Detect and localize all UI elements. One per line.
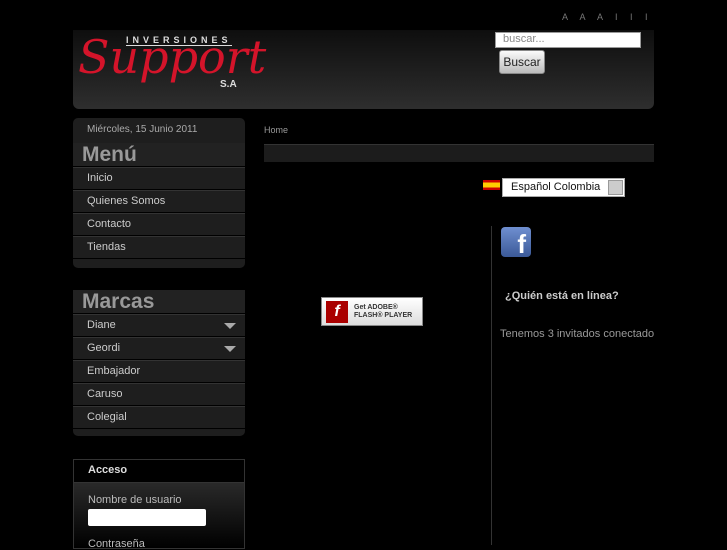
dropdown-arrow-icon[interactable] (608, 180, 623, 195)
brand-item-caruso[interactable]: Caruso (73, 383, 245, 406)
chevron-down-icon[interactable] (224, 346, 236, 352)
menu-item-tiendas[interactable]: Tiendas (73, 236, 245, 259)
brand-item-embajador[interactable]: Embajador (73, 360, 245, 383)
menu-item-contacto[interactable]: Contacto (73, 213, 245, 236)
main-menu: Miércoles, 15 Junio 2011 Menú Inicio Qui… (73, 118, 245, 268)
brand-item-colegial[interactable]: Colegial (73, 406, 245, 429)
brands-title: Marcas (73, 290, 245, 314)
language-select[interactable]: Español Colombia (502, 178, 625, 197)
column-divider (491, 226, 492, 545)
flash-icon: f (326, 301, 348, 323)
facebook-icon[interactable]: f (501, 227, 531, 259)
brand-label: Diane (87, 319, 116, 331)
logo-top-text: INVERSIONES (126, 35, 232, 46)
login-title: Acceso (74, 460, 244, 483)
username-input[interactable] (88, 509, 206, 526)
spain-flag-icon (483, 180, 500, 190)
flash-line2: FLASH® PLAYER (354, 312, 413, 319)
chevron-down-icon[interactable] (224, 323, 236, 329)
username-label: Nombre de usuario (88, 494, 182, 506)
breadcrumb[interactable]: Home (264, 125, 288, 135)
get-flash-player-button[interactable]: f Get ADOBE® FLASH® PLAYER (321, 297, 423, 326)
search-button[interactable]: Buscar (499, 50, 545, 74)
menu-item-inicio[interactable]: Inicio (73, 167, 245, 190)
menu-title: Menú (73, 143, 245, 167)
brand-item-geordi[interactable]: Geordi (73, 337, 245, 360)
login-panel: Acceso Nombre de usuario Contraseña (73, 459, 245, 550)
online-text: Tenemos 3 invitados conectados (500, 328, 654, 340)
logo-suffix: S.A (220, 79, 237, 90)
flash-line1: Get ADOBE® (354, 304, 398, 311)
online-title: ¿Quién está en línea? (505, 290, 619, 302)
font-size-controls[interactable]: A A A I I I (562, 12, 653, 22)
menu-item-quienes-somos[interactable]: Quienes Somos (73, 190, 245, 213)
brand-item-diane[interactable]: Diane (73, 314, 245, 337)
language-value: Español Colombia (511, 181, 601, 193)
content-bar (264, 144, 654, 162)
brand-label: Geordi (87, 342, 121, 354)
current-date: Miércoles, 15 Junio 2011 (87, 124, 198, 135)
password-label: Contraseña (88, 538, 145, 550)
brands-menu: Marcas Diane Geordi Embajador Caruso Col… (73, 290, 245, 436)
search-input[interactable]: buscar... (495, 32, 641, 48)
